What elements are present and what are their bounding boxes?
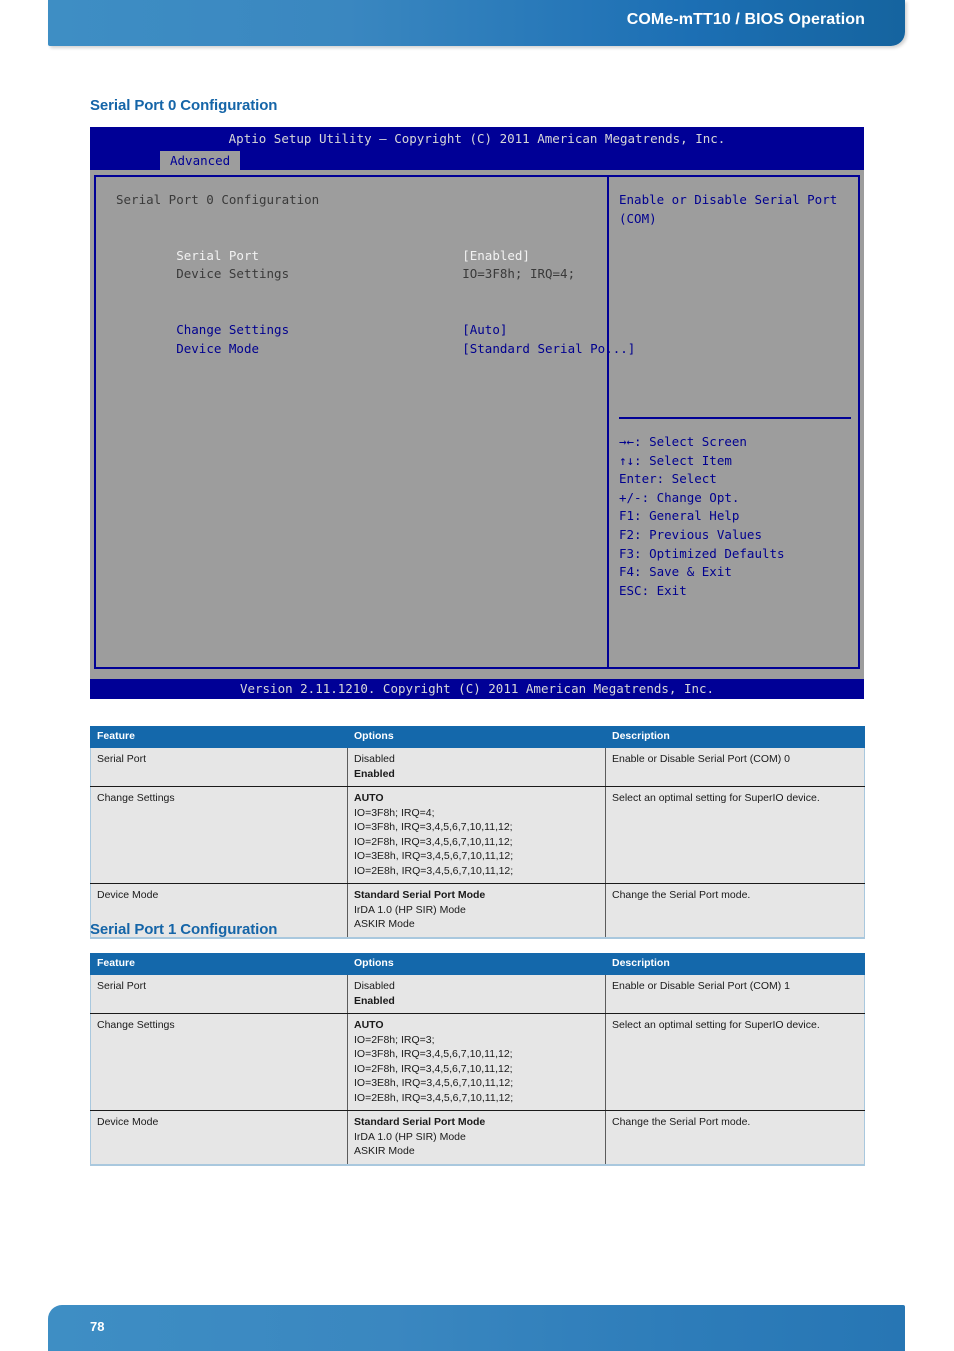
column-header-feature: Feature [90,726,348,748]
option-line: Standard Serial Port Mode [354,1116,486,1128]
table-header-row: Feature Options Description [90,953,865,975]
bios-key-f4-save-exit: F4: Save & Exit [619,564,732,580]
bios-help-text-line-1: Enable or Disable Serial Port [619,192,838,207]
cell-feature: Device Mode [90,1110,348,1166]
option-line: IrDA 1.0 (HP SIR) Mode [354,1130,466,1143]
bios-row-serial-port-value: [Enabled] [462,247,530,263]
option-line: Enabled [354,767,395,780]
option-line: AUTO [354,792,384,804]
bios-row-device-mode-label: Device Mode [176,340,260,356]
bios-tab-advanced[interactable]: Advanced [160,151,241,170]
bios-version-bar: Version 2.11.1210. Copyright (C) 2011 Am… [90,679,864,699]
bios-setup-screen: Aptio Setup Utility – Copyright (C) 2011… [90,127,864,699]
option-line: AUTO [354,1019,384,1031]
bios-help-text-line-2: (COM) [619,210,657,226]
spec-table-sp1-head: Feature Options Description [90,953,865,975]
cell-options: Standard Serial Port Mode IrDA 1.0 (HP SI… [347,883,606,939]
option-line: IrDA 1.0 (HP SIR) Mode [354,903,466,916]
bios-row-change-settings[interactable]: Change Settings [Auto] [116,303,607,337]
bios-key-f1-general-help: F1: General Help [619,508,740,524]
page-header-band: COMe-mTT10 / BIOS Operation [48,0,905,46]
cell-feature: Change Settings [90,1013,348,1111]
page-number: 78 [90,1319,105,1334]
bios-key-enter-select: Enter: Select [619,471,717,487]
table-row: Serial Port Disabled Enabled Enable or Disa… [90,974,865,1014]
table-row: Serial Port Disabled Enabled Enable or Disa… [90,747,865,787]
bios-key-select-screen: →←: Select Screen [619,434,747,449]
option-line: ASKIR Mode [354,1145,415,1157]
bios-spacer-3 [116,284,607,303]
bios-settings-panel: Serial Port 0 Configuration Serial Port [… [96,177,635,667]
cell-options: Disabled Enabled [347,974,606,1014]
spec-table-serial-port-1: Feature Options Description Serial Port D… [90,953,865,1166]
cell-feature: Serial Port [90,747,348,787]
section-heading-serial-port-1: Serial Port 1 Configuration [90,921,278,938]
bios-spacer-1 [116,210,607,229]
table-row: Change Settings AUTO IO=2F8h; IRQ=3; IO=3F8… [90,1013,865,1111]
cell-description: Change the Serial Port mode. [605,883,865,939]
option-line: IO=2F8h, IRQ=3,4,5,6,7,10,11,12; [354,1062,513,1075]
cell-description: Change the Serial Port mode. [605,1110,865,1166]
option-line: IO=3F8h, IRQ=3,4,5,6,7,10,11,12; [354,821,513,833]
page-header-title: COMe-mTT10 / BIOS Operation [626,11,865,28]
bios-row-change-settings-label: Change Settings [176,322,290,338]
bios-row-serial-port[interactable]: Serial Port [Enabled] [116,228,607,263]
option-line: IO=2E8h, IRQ=3,4,5,6,7,10,11,12; [354,1091,514,1104]
cell-description: Enable or Disable Serial Port (COM) 1 [605,974,865,1014]
bios-help-panel: Enable or Disable Serial Port (COM) →←: … [609,177,858,667]
bios-help-rule [619,417,851,419]
spec-table-sp1-body: Serial Port Disabled Enabled Enable or Disa… [90,974,865,1166]
option-line: Disabled [354,753,395,765]
page-footer-band: 78 [48,1305,905,1351]
option-line: IO=2F8h, IRQ=3,4,5,6,7,10,11,12; [354,835,513,848]
bios-key-esc-exit: ESC: Exit [619,582,687,598]
bios-tab-bar: Advanced [90,151,864,170]
spec-table-sp0-body: Serial Port Disabled Enabled Enable or Disa… [90,747,865,939]
option-line: IO=3E8h, IRQ=3,4,5,6,7,10,11,12; [354,1077,514,1089]
option-line: IO=3F8h, IRQ=3,4,5,6,7,10,11,12; [354,1048,513,1060]
table-row: Change Settings AUTO IO=3F8h; IRQ=4; IO=3F8… [90,786,865,884]
cell-options: Standard Serial Port Mode IrDA 1.0 (HP SI… [347,1110,606,1166]
option-line: IO=3F8h; IRQ=4; [354,806,435,819]
cell-feature: Serial Port [90,974,348,1014]
bios-screen-title: Serial Port 0 Configuration [116,192,320,207]
option-line: Standard Serial Port Mode [354,889,486,901]
option-line: IO=2F8h; IRQ=3; [354,1033,435,1046]
cell-options: Disabled Enabled [347,747,606,787]
bios-row-device-settings-value: IO=3F8h; IRQ=4; [462,266,576,282]
cell-description: Enable or Disable Serial Port (COM) 0 [605,747,865,787]
option-line: ASKIR Mode [354,918,415,930]
column-header-feature: Feature [90,953,348,975]
column-header-options: Options [347,953,606,975]
option-line: IO=2E8h, IRQ=3,4,5,6,7,10,11,12; [354,864,514,877]
bios-key-legend: →←: Select Screen ↑↓: Select Item Enter:… [619,433,785,600]
bios-body: Serial Port 0 Configuration Serial Port [… [94,175,860,669]
cell-description: Select an optimal setting for SuperIO de… [605,1013,865,1111]
bios-key-select-item: ↑↓: Select Item [619,452,732,468]
bios-row-device-settings-label: Device Settings [176,266,290,282]
bios-key-f3-optimized-defaults: F3: Optimized Defaults [619,545,785,561]
option-line: Enabled [354,994,395,1007]
spec-table-serial-port-0: Feature Options Description Serial Port D… [90,726,865,939]
spec-table-sp0-head: Feature Options Description [90,726,865,748]
bios-row-serial-port-label: Serial Port [176,247,260,263]
column-header-options: Options [347,726,606,748]
option-line: Disabled [354,980,395,992]
bios-help-separator [619,417,853,427]
cell-description: Select an optimal setting for SuperIO de… [605,786,865,884]
bios-title-bar: Aptio Setup Utility – Copyright (C) 2011… [90,127,864,151]
column-header-description: Description [605,726,865,748]
column-header-description: Description [605,953,865,975]
table-row: Device Mode Standard Serial Port Mode IrDA… [90,1110,865,1166]
bios-key-f2-previous-values: F2: Previous Values [619,526,762,542]
bios-key-change-opt: +/-: Change Opt. [619,489,740,505]
cell-feature: Change Settings [90,786,348,884]
table-header-row: Feature Options Description [90,726,865,748]
bios-row-change-settings-value: [Auto] [462,322,508,338]
cell-options: AUTO IO=3F8h; IRQ=4; IO=3F8h, IRQ=3,4,5,6,… [347,786,606,884]
cell-options: AUTO IO=2F8h; IRQ=3; IO=3F8h, IRQ=3,4,5,6,… [347,1013,606,1111]
section-heading-serial-port-0: Serial Port 0 Configuration [90,97,278,114]
option-line: IO=3E8h, IRQ=3,4,5,6,7,10,11,12; [354,850,514,862]
